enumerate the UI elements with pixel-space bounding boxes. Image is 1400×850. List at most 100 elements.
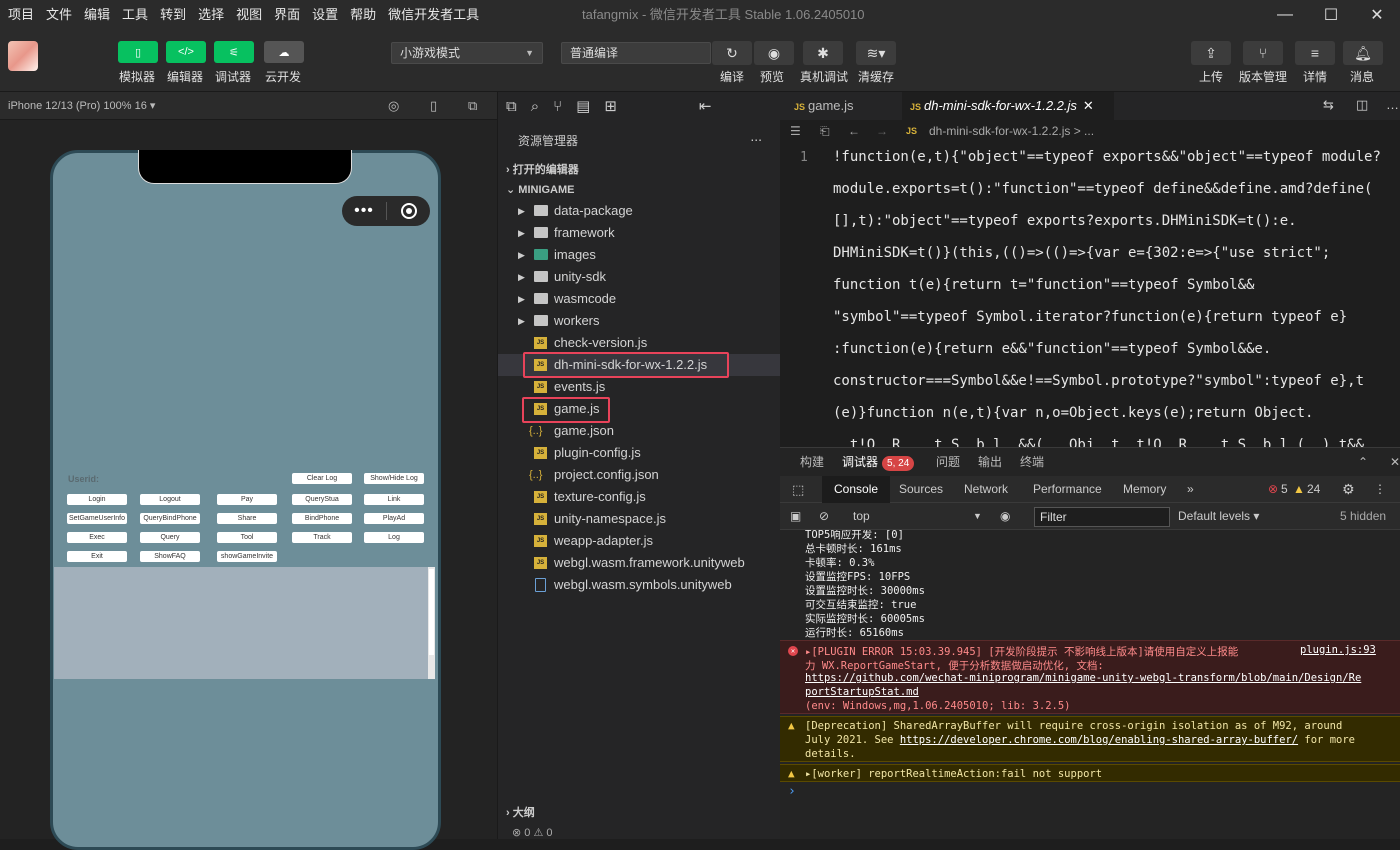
cloud-button[interactable]: ☁	[264, 41, 304, 63]
folder-item[interactable]: ▶ images	[498, 244, 781, 266]
popout-icon[interactable]: ⧉	[468, 92, 477, 120]
tab-problems[interactable]: 问题	[936, 448, 960, 476]
problems-status[interactable]: ⊗ 0 ⚠ 0	[512, 826, 552, 839]
error-source-link[interactable]: plugin.js:93	[1300, 644, 1376, 656]
game-button[interactable]: Exit	[67, 551, 127, 562]
error-doc-link[interactable]: https://github.com/wechat-miniprogram/mi…	[805, 672, 1361, 684]
menu-project[interactable]: 项目	[0, 0, 40, 30]
messages-button[interactable]: 🔔︎	[1343, 41, 1383, 65]
eye-icon[interactable]: ◉	[1000, 503, 1010, 530]
extensions-icon[interactable]: ⊞	[604, 97, 617, 115]
file-item[interactable]: JS weapp-adapter.js	[498, 530, 781, 552]
game-button[interactable]: Tool	[217, 532, 277, 543]
compile-mode-select[interactable]: 普通编译	[561, 42, 711, 64]
exit-icon[interactable]	[387, 203, 430, 219]
files-icon[interactable]: ⧉	[506, 98, 517, 115]
show-hide-log-button[interactable]: Show/Hide Log	[364, 473, 424, 484]
game-button[interactable]: Track	[292, 532, 352, 543]
file-item[interactable]: JS events.js	[498, 376, 781, 398]
avatar[interactable]	[8, 41, 38, 71]
explorer-more-button[interactable]: ...	[750, 128, 762, 144]
tab-sources[interactable]: Sources	[899, 476, 943, 503]
gear-icon[interactable]: ⚙	[1342, 476, 1355, 503]
tab-debugger[interactable]: 调试器 5, 24	[842, 448, 915, 476]
list-icon[interactable]: ☰	[790, 120, 801, 142]
clear-console-icon[interactable]: ⊘	[819, 503, 829, 530]
log-levels-select[interactable]: Default levels ▾	[1178, 503, 1259, 530]
game-button[interactable]: QueryBindPhone	[140, 513, 200, 524]
folder-item[interactable]: ▶ workers	[498, 310, 781, 332]
game-button[interactable]: Pay	[217, 494, 277, 505]
phone-icon[interactable]: ▯	[430, 92, 437, 120]
context-select[interactable]: top	[853, 503, 870, 530]
back-icon[interactable]: ←	[848, 120, 860, 142]
tab-build[interactable]: 构建	[800, 448, 824, 476]
tab-output[interactable]: 输出	[978, 448, 1002, 476]
tab-dh-mini-sdk[interactable]: JS dh-mini-sdk-for-wx-1.2.2.js ✕	[902, 92, 1114, 120]
clear-log-button[interactable]: Clear Log	[292, 473, 352, 484]
game-button[interactable]: Logout	[140, 494, 200, 505]
menu-help[interactable]: 帮助	[344, 0, 382, 30]
mini-game-capsule[interactable]: •••	[342, 196, 430, 226]
menu-interface[interactable]: 界面	[268, 0, 306, 30]
game-button[interactable]: SetGameUserInfo	[67, 513, 127, 524]
source-control-icon[interactable]: ⑂	[553, 98, 562, 115]
file-item[interactable]: webgl.wasm.symbols.unityweb	[498, 574, 781, 596]
debug-icon[interactable]: ▤	[576, 97, 590, 115]
tab-terminal[interactable]: 终端	[1020, 448, 1044, 476]
minimize-icon[interactable]: —	[1262, 0, 1308, 30]
code-area[interactable]: 1 !function(e,t){"object"==typeof export…	[780, 144, 1400, 447]
game-button[interactable]: Login	[67, 494, 127, 505]
device-select[interactable]: iPhone 12/13 (Pro) 100% 16 ▾	[8, 92, 155, 120]
more-options-icon[interactable]: ⋮	[1374, 476, 1386, 503]
file-item[interactable]: JS texture-config.js	[498, 486, 781, 508]
inspect-icon[interactable]: ⬚	[792, 476, 804, 503]
breadcrumb-path[interactable]: dh-mini-sdk-for-wx-1.2.2.js > ...	[929, 120, 1094, 142]
game-button[interactable]: Query	[140, 532, 200, 543]
close-panel-icon[interactable]: ✕	[1390, 448, 1400, 476]
menu-settings[interactable]: 设置	[306, 0, 344, 30]
game-button[interactable]: ShowFAQ	[140, 551, 200, 562]
outline-section[interactable]: › 大纲	[498, 804, 781, 820]
compare-icon[interactable]: ⇆	[1323, 97, 1334, 113]
more-icon[interactable]: …	[1386, 97, 1399, 112]
filter-input[interactable]: Filter	[1034, 507, 1170, 527]
menu-goto[interactable]: 转到	[154, 0, 192, 30]
tab-network[interactable]: Network	[964, 476, 1008, 503]
mode-select[interactable]: 小游戏模式 ▼	[391, 42, 543, 64]
game-button[interactable]: QueryStua	[292, 494, 352, 505]
menu-file[interactable]: 文件	[40, 0, 78, 30]
simulator-toggle-button[interactable]: ▯	[118, 41, 158, 63]
tab-game-js[interactable]: JS game.js	[786, 92, 896, 120]
tab-memory[interactable]: Memory	[1123, 476, 1166, 503]
error-count-icon[interactable]: ⊗	[1268, 476, 1278, 503]
warning-icon[interactable]: ▲	[1293, 476, 1305, 503]
file-item[interactable]: JS check-version.js	[498, 332, 781, 354]
file-item[interactable]: {..} game.json	[498, 420, 781, 442]
game-button[interactable]: showGameInvite	[217, 551, 277, 562]
menu-edit[interactable]: 编辑	[78, 0, 116, 30]
game-button[interactable]: Log	[364, 532, 424, 543]
collapse-panel-icon[interactable]: ⇤	[699, 97, 712, 115]
menu-view[interactable]: 视图	[230, 0, 268, 30]
folder-item[interactable]: ▶ data-package	[498, 200, 781, 222]
more-icon[interactable]: •••	[342, 202, 386, 220]
details-button[interactable]: ≡	[1295, 41, 1335, 65]
forward-icon[interactable]: →	[876, 120, 888, 142]
file-item[interactable]: {..} project.config.json	[498, 464, 781, 486]
game-button[interactable]: PlayAd	[364, 513, 424, 524]
file-item[interactable]: JS plugin-config.js	[498, 442, 781, 464]
preview-button[interactable]: ◉	[754, 41, 794, 65]
maximize-icon[interactable]: ☐	[1308, 0, 1354, 30]
tab-console[interactable]: Console	[822, 476, 891, 503]
project-section[interactable]: ⌄ MINIGAME	[506, 183, 575, 196]
warning-link[interactable]: https://developer.chrome.com/blog/enabli…	[900, 734, 1298, 746]
open-editors-section[interactable]: › 打开的编辑器	[506, 161, 579, 177]
search-icon[interactable]: ⌕	[531, 98, 539, 115]
menu-tools[interactable]: 工具	[116, 0, 154, 30]
upload-button[interactable]: ⇪	[1191, 41, 1231, 65]
stop-icon[interactable]: ◎	[388, 92, 399, 120]
log-scrollbar[interactable]	[428, 567, 435, 679]
folder-item[interactable]: ▶ wasmcode	[498, 288, 781, 310]
split-editor-icon[interactable]: ◫	[1356, 97, 1368, 113]
